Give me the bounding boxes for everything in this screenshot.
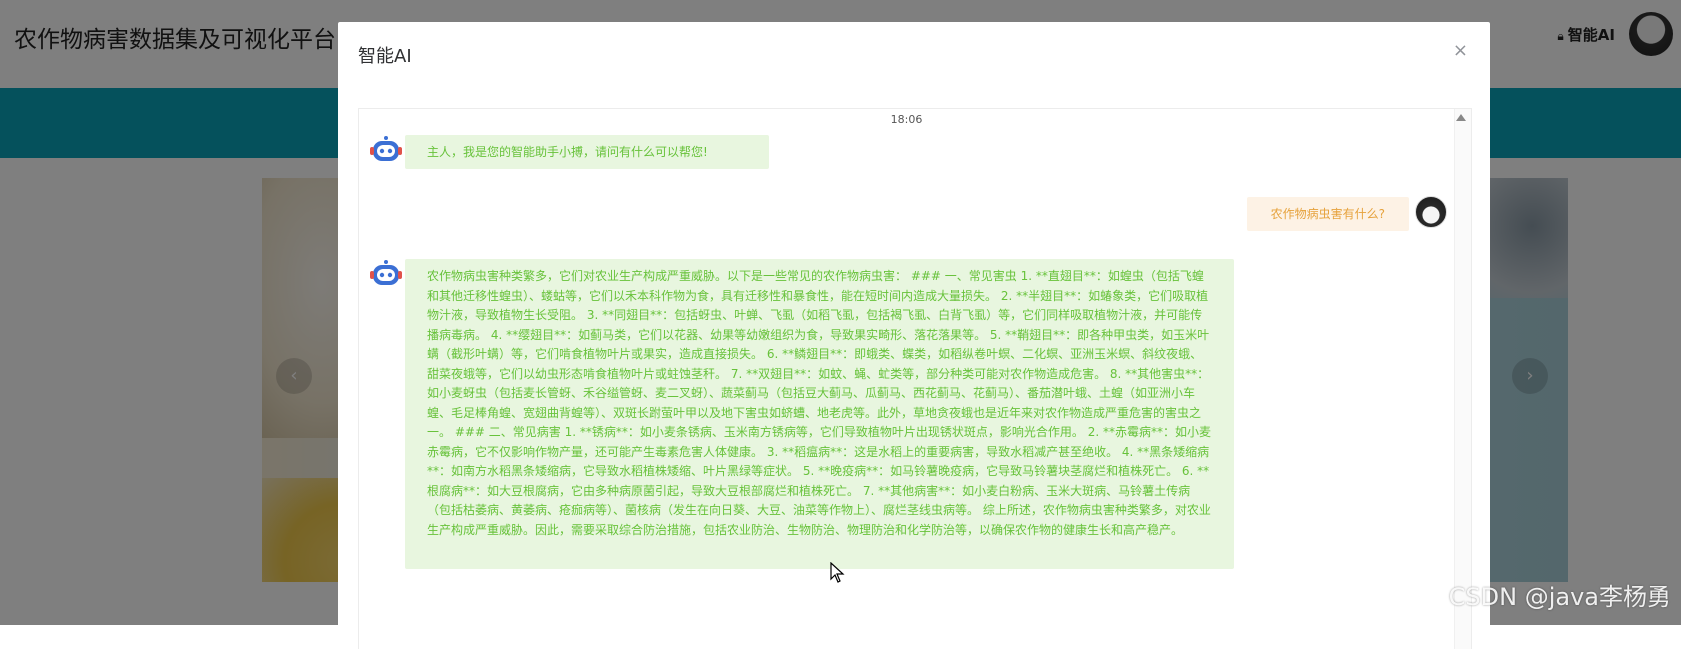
csdn-watermark: CSDN @java李杨勇 (1448, 583, 1671, 611)
robot-avatar-icon (370, 260, 402, 285)
robot-avatar-icon (370, 136, 402, 161)
scroll-up-arrow-icon[interactable] (1456, 114, 1466, 121)
chat-window[interactable]: 18:06 主人，我是您的智能助手小搏，请问有什么可以帮您! 农作物病虫害有什么… (358, 108, 1472, 649)
bot-message: 农作物病虫害种类繁多，它们对农业生产构成严重威胁。以下是一些常见的农作物病虫害：… (405, 259, 1234, 569)
close-icon[interactable]: × (1453, 40, 1468, 61)
chat-scrollbar[interactable] (1454, 109, 1471, 649)
mouse-cursor-icon (830, 562, 845, 583)
bot-message: 主人，我是您的智能助手小搏，请问有什么可以帮您! (405, 135, 769, 169)
user-message: 农作物病虫害有什么? (1246, 197, 1409, 231)
dialog-title: 智能AI (358, 46, 412, 67)
ai-chat-dialog: 智能AI × 18:06 主人，我是您的智能助手小搏，请问有什么可以帮您! 农作… (338, 22, 1490, 649)
user-message-avatar (1415, 196, 1447, 228)
message-timestamp: 18:06 (890, 113, 923, 126)
